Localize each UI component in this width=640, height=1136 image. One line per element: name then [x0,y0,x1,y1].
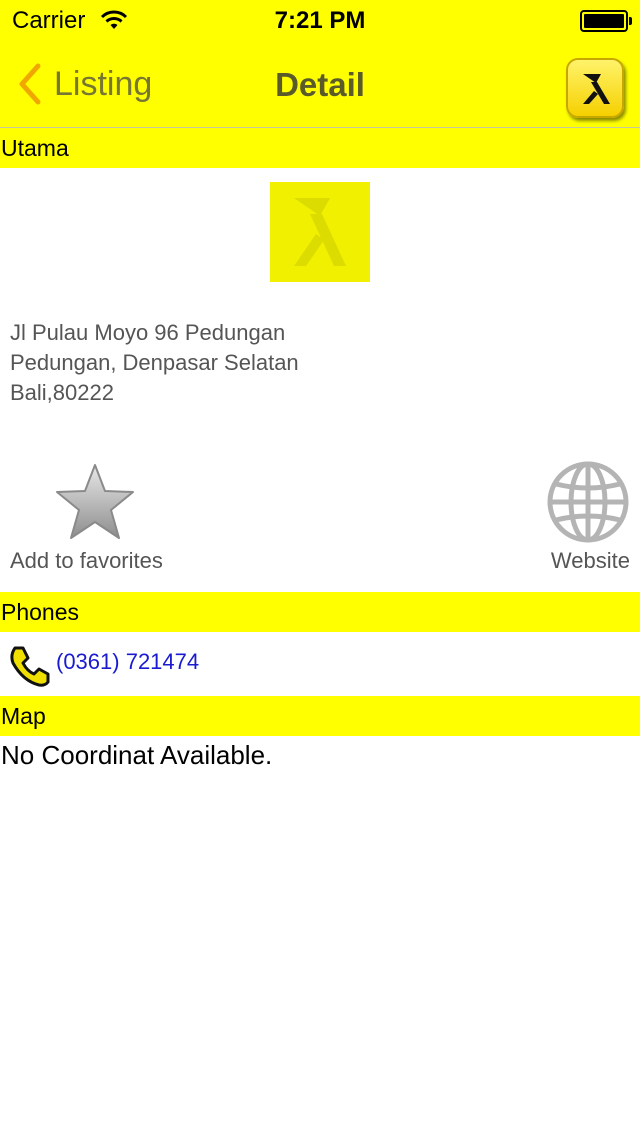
website-button[interactable]: Website [520,460,630,580]
add-to-favorites-button[interactable]: Add to favorites [10,460,200,580]
listing-logo-placeholder [270,182,370,282]
add-to-favorites-label: Add to favorites [10,548,163,573]
address-line: Pedungan, Denpasar Selatan [10,350,299,375]
page-title: Detail [275,66,365,103]
phone-list-item[interactable]: (0361) 721474 [0,632,640,696]
listing-address: Jl Pulau Moyo 96 Pedungan Pedungan, Denp… [10,318,299,408]
phone-icon [10,646,50,687]
battery-icon [580,10,632,32]
address-line: Bali,80222 [10,380,114,405]
globe-icon [547,461,629,543]
section-header-map: Map [0,696,640,736]
navigation-bar: Carrier 7:21 PM Listing Detail [0,0,640,128]
website-label: Website [550,548,630,573]
map-unavailable-message: No Coordinat Available. [1,740,273,770]
yellow-pages-icon[interactable] [566,58,624,118]
star-icon [56,464,134,539]
status-bar: Carrier 7:21 PM [0,0,640,40]
address-line: Jl Pulau Moyo 96 Pedungan [10,320,286,345]
clock: 7:21 PM [274,7,366,34]
section-header-phones: Phones [0,592,640,632]
section-header-main: Utama [0,128,640,168]
nav-bar: Listing Detail [0,40,640,128]
phone-number-link[interactable]: (0361) 721474 [56,649,199,675]
